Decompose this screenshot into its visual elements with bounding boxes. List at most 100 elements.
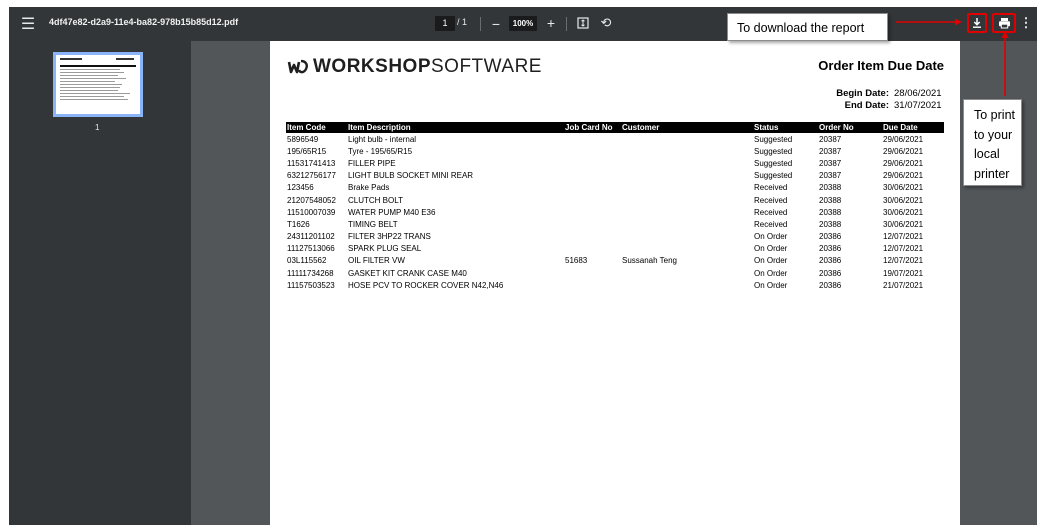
table-cell: [564, 267, 621, 279]
table-cell: On Order: [754, 280, 788, 290]
table-cell: 11111734268: [287, 268, 334, 278]
table-cell: [564, 279, 621, 291]
table-cell: [564, 182, 621, 194]
table-cell: On Order: [754, 244, 788, 254]
table-cell: 30/06/2021: [883, 219, 924, 229]
table-cell: [564, 194, 621, 206]
table-row: T1626 TIMING BELT Received 20388 30/06/2021: [286, 218, 944, 230]
table-cell: [621, 231, 753, 243]
table-cell: [564, 157, 621, 169]
table-cell: FILTER 3HP22 TRANS: [348, 232, 431, 242]
print-annotation-line: local: [974, 147, 1000, 161]
table-cell: [621, 218, 753, 230]
rotate-icon[interactable]: ⟲: [598, 15, 614, 31]
download-button[interactable]: [967, 13, 987, 33]
table-cell: [621, 267, 753, 279]
table-cell: [564, 218, 621, 230]
table-cell: 30/06/2021: [883, 183, 924, 193]
table-cell: 195/65R15: [287, 146, 327, 156]
table-cell: 29/06/2021: [883, 146, 924, 156]
table-cell: [621, 279, 753, 291]
table-cell: Received: [754, 195, 788, 205]
table-cell: [564, 231, 621, 243]
thumbnail-page-number: 1: [95, 123, 100, 132]
table-cell: 19/07/2021: [883, 268, 924, 278]
table-cell: 51683: [565, 256, 588, 266]
table-cell: Received: [754, 219, 788, 229]
page-total: / 1: [457, 17, 468, 27]
table-cell: 24311201102: [287, 232, 335, 242]
logo-mark-icon: [287, 59, 308, 74]
table-cell: CLUTCH BOLT: [348, 195, 403, 205]
table-cell: 20387: [819, 134, 842, 144]
more-options-icon[interactable]: ⋮: [1020, 15, 1033, 31]
table-header-row: Item Code Item Description Job Card No C…: [286, 122, 944, 133]
table-cell: [621, 206, 753, 218]
table-row: 11127513066 SPARK PLUG SEAL On Order 20386 1…: [286, 243, 944, 255]
table-cell: 30/06/2021: [883, 195, 924, 205]
table-cell: 12/07/2021: [883, 244, 924, 254]
print-annotation-line: printer: [974, 166, 1010, 181]
table-cell: Suggested: [754, 171, 793, 181]
page-number-input[interactable]: 1: [435, 16, 455, 31]
table-cell: [564, 170, 621, 182]
table-row: 11531741413 FILLER PIPE Suggested 20387 29/0…: [286, 157, 944, 169]
print-annotation-line: to your: [974, 127, 1013, 142]
zoom-in-button[interactable]: +: [544, 15, 558, 31]
end-date-label: End Date:: [844, 100, 889, 111]
table-cell: 20386: [819, 232, 842, 242]
table-cell: 12/07/2021: [883, 256, 924, 266]
pdf-page: WORKSHOP SOFTWARE Order Item Due Date Beg…: [270, 41, 960, 525]
table-cell: 29/06/2021: [883, 158, 924, 168]
table-cell: [621, 145, 753, 157]
table-cell: OIL FILTER VW: [348, 256, 405, 266]
table-row: 5896549 Light bulb - internal Suggested 203…: [286, 133, 944, 145]
page-thumbnail[interactable]: [53, 52, 143, 117]
zoom-out-button[interactable]: −: [489, 16, 503, 32]
table-cell: On Order: [754, 232, 788, 242]
table-cell: [621, 133, 753, 145]
table-cell: 30/06/2021: [883, 207, 924, 217]
print-button[interactable]: [992, 13, 1016, 33]
table-row: 24311201102 FILTER 3HP22 TRANS On Order 203…: [286, 231, 944, 243]
table-cell: [621, 157, 753, 169]
table-cell: 20386: [819, 256, 842, 266]
table-cell: [564, 145, 621, 157]
printer-icon: [998, 18, 1010, 29]
logo-text-bold: WORKSHOP: [313, 56, 431, 77]
table-row: 11157503523 HOSE PCV TO ROCKER COVER N42,…: [286, 279, 944, 291]
table-cell: 11157503523: [287, 280, 335, 290]
table-cell: 20387: [819, 146, 842, 156]
table-cell: 123456: [287, 183, 314, 193]
table-cell: [621, 170, 753, 182]
table-cell: 21207548052: [287, 195, 336, 205]
table-cell: Suggested: [754, 158, 793, 168]
column-header: Due Date: [882, 122, 944, 133]
report-title: Order Item Due Date: [818, 58, 944, 73]
table-cell: TIMING BELT: [348, 219, 398, 229]
table-cell: T1626: [287, 219, 310, 229]
table-cell: 20388: [819, 219, 842, 229]
toolbar-divider: [480, 17, 481, 31]
table-cell: [564, 133, 621, 145]
file-name: 4df47e82-d2a9-11e4-ba82-978b15b85d12.pdf: [49, 17, 239, 27]
table-cell: Light bulb - internal: [348, 134, 417, 144]
table-cell: 29/06/2021: [883, 171, 924, 181]
end-date-value: 31/07/2021: [894, 100, 942, 111]
table-cell: Sussanah Teng: [622, 256, 678, 266]
begin-date-value: 28/06/2021: [894, 88, 942, 99]
column-header: Job Card No: [564, 122, 621, 133]
table-cell: 20387: [819, 158, 842, 168]
zoom-input[interactable]: 100%: [509, 16, 537, 31]
menu-icon[interactable]: ☰: [19, 15, 37, 33]
table-cell: 20388: [819, 183, 842, 193]
table-cell: 20388: [819, 207, 842, 217]
table-cell: On Order: [754, 268, 788, 278]
table-cell: Received: [754, 183, 788, 193]
table-cell: [621, 243, 753, 255]
fit-to-page-icon[interactable]: [576, 16, 590, 30]
toolbar-divider: [566, 17, 567, 31]
table-cell: WATER PUMP M40 E36: [348, 207, 436, 217]
table-cell: 03L115562: [287, 256, 327, 266]
download-icon: [973, 18, 981, 28]
